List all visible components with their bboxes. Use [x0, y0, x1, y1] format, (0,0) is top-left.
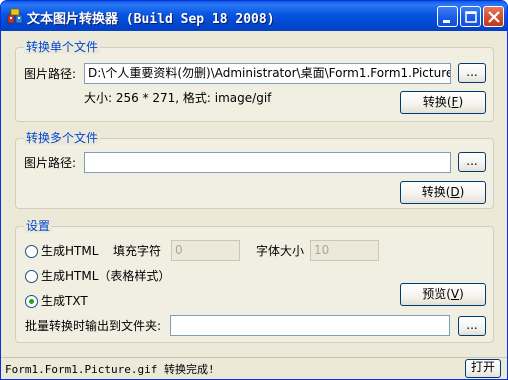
multi-convert-suffix: )	[459, 185, 465, 199]
close-icon	[488, 11, 500, 23]
radio-html-table[interactable]	[25, 270, 38, 283]
window-title: 文本图片转换器 (Build Sep 18 2008)	[27, 12, 275, 27]
radio-txt[interactable]	[25, 295, 38, 308]
multi-path-label: 图片路径:	[24, 156, 77, 170]
font-size-label: 字体大小	[256, 244, 305, 258]
settings-group: 设置 生成HTML 填充字符 0 字体大小 10 生成HTML（表格样式） 生成…	[15, 219, 494, 343]
multi-file-group: 转换多个文件 图片路径: ... 转换(D)	[15, 131, 494, 209]
single-convert-button[interactable]: 转换(F)	[400, 91, 486, 114]
maximize-icon	[465, 11, 477, 23]
single-file-info: 大小: 256 * 271, 格式: image/gif	[84, 91, 272, 105]
multi-file-group-title: 转换多个文件	[24, 131, 101, 145]
title-bar[interactable]: 文本图片转换器 (Build Sep 18 2008)	[1, 1, 507, 31]
preview-accel: V	[450, 287, 460, 301]
status-message: Form1.Form1.Picture.gif 转换完成!	[5, 363, 215, 376]
open-button[interactable]: 打开	[465, 359, 501, 378]
single-browse-button[interactable]: ...	[458, 63, 486, 83]
batch-output-label: 批量转换时输出到文件夹:	[25, 319, 162, 333]
radio-html-table-label[interactable]: 生成HTML（表格样式）	[41, 268, 170, 284]
preview-suffix: )	[459, 287, 464, 301]
multi-browse-button[interactable]: ...	[458, 152, 486, 172]
preview-button[interactable]: 预览(V)	[400, 283, 486, 306]
single-convert-suffix: )	[458, 95, 464, 109]
close-button[interactable]	[483, 6, 504, 27]
multi-convert-label: 转换(	[421, 185, 451, 199]
fill-char-label: 填充字符	[113, 244, 162, 258]
settings-group-title: 设置	[24, 219, 53, 233]
single-file-group-title: 转换单个文件	[24, 40, 101, 54]
single-convert-label: 转换(	[422, 95, 452, 109]
multi-convert-button[interactable]: 转换(D)	[400, 181, 486, 204]
maximize-button[interactable]	[460, 6, 481, 27]
single-path-input[interactable]: D:\个人重要资料(勿删)\Administrator\桌面\Form1.For…	[84, 63, 451, 84]
preview-label: 预览(	[422, 287, 451, 301]
minimize-icon	[443, 20, 450, 23]
single-path-label: 图片路径:	[24, 67, 77, 81]
multi-path-input[interactable]	[84, 152, 451, 173]
radio-txt-label[interactable]: 生成TXT	[41, 293, 88, 309]
batch-browse-button[interactable]: ...	[458, 316, 486, 336]
radio-html[interactable]	[25, 245, 38, 258]
multi-convert-accel: D	[450, 185, 460, 199]
main-window: 文本图片转换器 (Build Sep 18 2008) 转换单个文件 图片路径:…	[0, 0, 508, 380]
single-file-group: 转换单个文件 图片路径: D:\个人重要资料(勿删)\Administrator…	[15, 40, 494, 122]
status-bar: Form1.Form1.Picture.gif 转换完成! 打开	[1, 357, 507, 379]
batch-output-input[interactable]	[170, 315, 450, 336]
font-size-input[interactable]: 10	[310, 240, 379, 261]
minimize-button[interactable]	[437, 6, 458, 27]
radio-html-label[interactable]: 生成HTML	[41, 243, 98, 259]
fill-char-input[interactable]: 0	[171, 240, 240, 261]
app-icon	[7, 8, 23, 24]
